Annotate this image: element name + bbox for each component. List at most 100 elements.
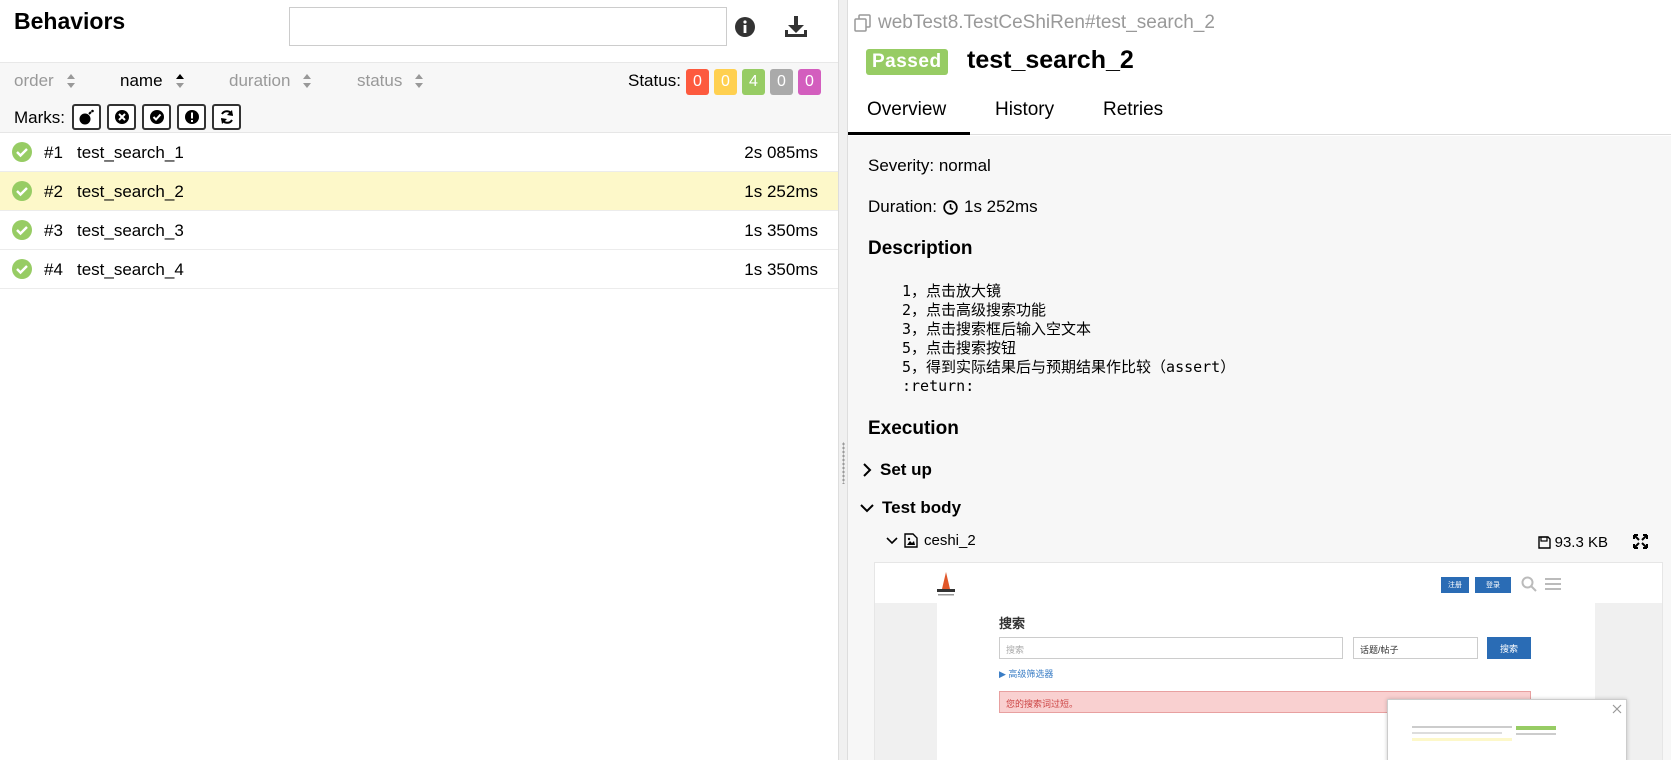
status-broken-badge[interactable]: 0	[714, 69, 737, 95]
attachment-title[interactable]: ceshi_2	[886, 532, 976, 549]
chevron-down-icon	[886, 536, 898, 544]
status-failed-badge[interactable]: 0	[686, 69, 709, 95]
screenshot-register-button: 注册	[1441, 577, 1469, 593]
screenshot-advanced-filter: ▶ 高级筛选器	[999, 669, 1054, 679]
screenshot-type-select: 话题/帖子	[1353, 637, 1478, 659]
passed-check-icon	[12, 259, 32, 279]
test-duration: 2s 085ms	[744, 143, 818, 162]
test-number: #2	[44, 182, 63, 201]
search-input[interactable]	[289, 7, 727, 46]
screenshot-page-title: 搜索	[999, 616, 1026, 631]
clock-icon	[943, 199, 958, 215]
tab-retries[interactable]: Retries	[1103, 99, 1163, 121]
test-path[interactable]: webTest8.TestCeShiRen#test_search_2	[854, 12, 1215, 34]
status-filter-badges: 0 0 4 0 0	[686, 69, 821, 95]
behaviors-pane: Behaviors order name duration status Sta…	[0, 0, 838, 760]
sort-arrows-icon	[414, 73, 424, 89]
detail-tabs: Overview History Retries	[848, 92, 1671, 135]
test-duration: 1s 252ms	[744, 182, 818, 201]
image-file-icon	[904, 533, 918, 548]
chevron-down-icon	[860, 504, 874, 513]
save-icon	[1537, 536, 1551, 549]
duration-label: Duration:	[868, 197, 937, 216]
popup-line	[1516, 726, 1556, 730]
test-list: #1 test_search_1 2s 085ms #2 test_search…	[0, 133, 838, 289]
chevron-right-icon	[863, 463, 872, 477]
screenshot-search-field: 搜索	[999, 637, 1343, 659]
check-circle-icon[interactable]	[142, 104, 171, 130]
test-row[interactable]: #3 test_search_3 1s 350ms	[0, 211, 838, 250]
popup-line	[1412, 726, 1512, 728]
allure-report: Behaviors order name duration status Sta…	[0, 0, 1671, 760]
attachment-screenshot: 注册 登录 搜索 搜索 话题/帖子 搜索 ▶ 高级筛选器 您的搜索词过短。	[874, 562, 1663, 760]
popup-line	[1412, 732, 1502, 734]
test-title: test_search_2	[967, 46, 1134, 74]
execution-heading: Execution	[868, 418, 959, 439]
close-icon	[1612, 704, 1622, 714]
duration: Duration: 1s 252ms	[868, 197, 1038, 217]
test-full-path: webTest8.TestCeShiRen#test_search_2	[878, 12, 1215, 33]
status-passed-badge[interactable]: 4	[742, 69, 765, 95]
test-name: test_search_1	[77, 143, 184, 162]
tab-overview[interactable]: Overview	[867, 99, 946, 121]
pane-splitter[interactable]	[838, 0, 848, 760]
test-body-label: Test body	[882, 498, 962, 517]
bomb-icon[interactable]	[72, 104, 101, 130]
test-detail-pane: webTest8.TestCeShiRen#test_search_2 Pass…	[848, 0, 1671, 760]
screenshot-login-button: 登录	[1475, 577, 1511, 593]
sort-arrows-icon	[302, 73, 312, 89]
info-icon[interactable]	[732, 14, 758, 40]
attachment-name: ceshi_2	[924, 532, 976, 549]
popup-line	[1412, 738, 1512, 741]
sort-by-order[interactable]: order	[14, 71, 76, 91]
setup-label: Set up	[880, 460, 932, 479]
severity: Severity: normal	[868, 156, 991, 175]
test-name: test_search_4	[77, 260, 184, 279]
attachment-row[interactable]: ceshi_2 93.3 KB	[886, 532, 1656, 556]
times-circle-icon[interactable]	[107, 104, 136, 130]
sort-by-name[interactable]: name	[120, 71, 185, 91]
splitter-grip-icon[interactable]	[842, 442, 845, 484]
download-icon[interactable]	[783, 14, 809, 40]
test-row[interactable]: #4 test_search_4 1s 350ms	[0, 250, 838, 289]
setup-step[interactable]: Set up	[862, 460, 932, 480]
screenshot-navbar: 注册 登录	[875, 563, 1662, 603]
tab-history[interactable]: History	[995, 99, 1054, 121]
exclamation-circle-icon[interactable]	[177, 104, 206, 130]
screenshot-nested-popup	[1387, 699, 1627, 760]
status-skipped-badge[interactable]: 0	[770, 69, 793, 95]
description-text: 1，点击放大镜 2，点击高级搜索功能 3，点击搜索框后输入空文本 5，点击搜索按…	[902, 282, 1236, 395]
marks-label: Marks:	[14, 108, 65, 127]
overview-content: Severity: normal Duration: 1s 252ms Desc…	[848, 136, 1671, 760]
test-name: test_search_2	[77, 182, 184, 201]
test-row-selected[interactable]: #2 test_search_2 1s 252ms	[0, 172, 838, 211]
sort-by-duration[interactable]: duration	[229, 71, 312, 91]
screenshot-search-icon	[1521, 576, 1537, 592]
duration-value: 1s 252ms	[963, 197, 1038, 216]
test-row[interactable]: #1 test_search_1 2s 085ms	[0, 133, 838, 172]
sort-duration-label: duration	[229, 71, 291, 90]
pane-title: Behaviors	[14, 8, 126, 34]
sort-by-status[interactable]: status	[357, 71, 424, 91]
screenshot-menu-icon	[1545, 578, 1561, 590]
test-name: test_search_3	[77, 221, 184, 240]
marks-filter	[72, 104, 241, 130]
sort-name-label: name	[120, 71, 163, 90]
attachment-size-value: 93.3 KB	[1554, 534, 1608, 551]
expand-icon[interactable]	[1633, 534, 1648, 554]
status-unknown-badge[interactable]: 0	[798, 69, 821, 95]
passed-check-icon	[12, 142, 32, 162]
sort-order-label: order	[14, 71, 54, 90]
sort-status-label: status	[357, 71, 403, 90]
test-number: #3	[44, 221, 63, 240]
test-duration: 1s 350ms	[744, 221, 818, 240]
popup-line	[1516, 733, 1556, 735]
behaviors-header: Behaviors	[0, 0, 838, 63]
test-number: #1	[44, 143, 63, 162]
description-heading: Description	[868, 238, 973, 259]
copy-icon[interactable]	[854, 14, 872, 32]
screenshot-search-button: 搜索	[1487, 637, 1531, 659]
refresh-icon[interactable]	[212, 104, 241, 130]
site-logo-icon	[937, 572, 955, 596]
test-body-step[interactable]: Test body	[860, 498, 961, 518]
